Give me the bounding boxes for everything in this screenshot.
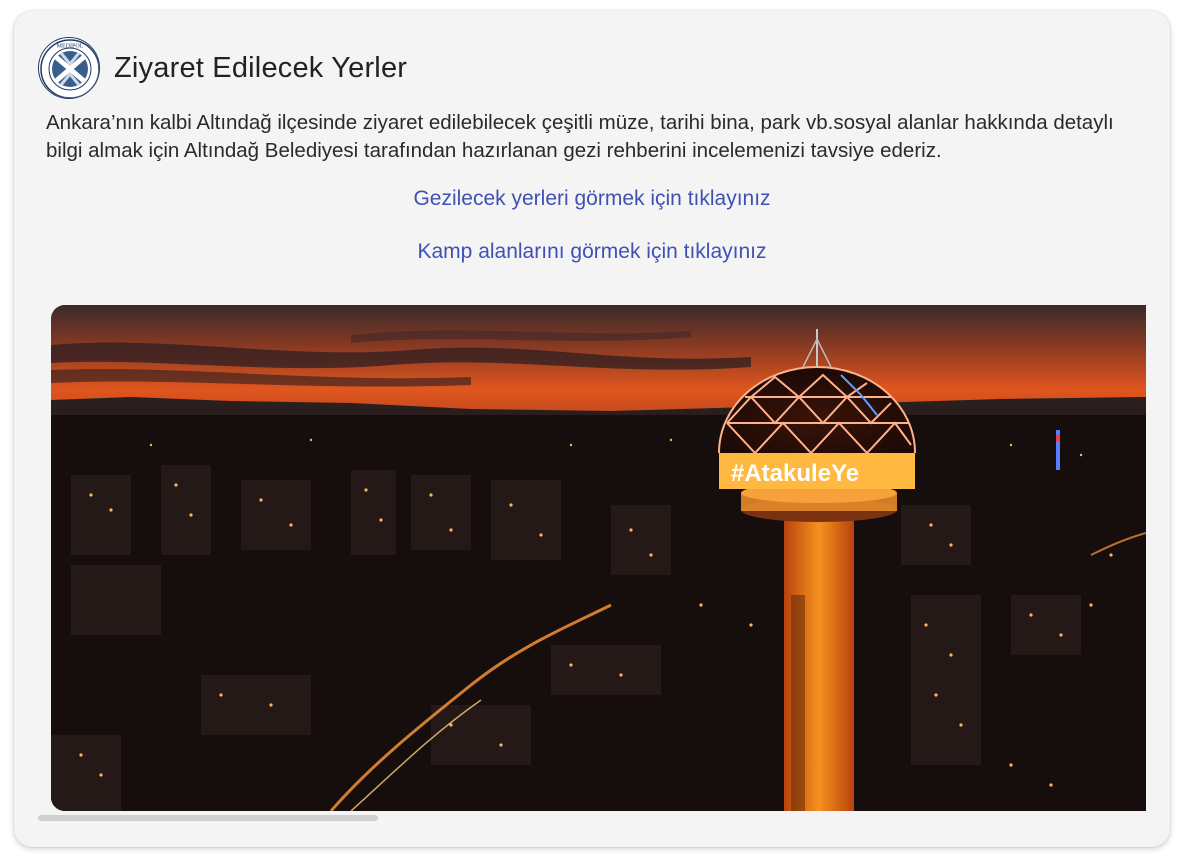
atakule-night-photo: #AtakuleYe [51, 305, 1146, 811]
places-link[interactable]: Gezilecek yerleri görmek için tıklayınız [14, 187, 1170, 211]
horizontal-scrollbar[interactable] [38, 815, 378, 821]
description-text: Ankara’nın kalbi Altındağ ilçesinde ziya… [46, 111, 1114, 162]
camps-link[interactable]: Kamp alanlarını görmek için tıklayınız [14, 240, 1170, 264]
svg-text:MEDİPOL: MEDİPOL [57, 43, 84, 50]
university-logo-icon: MEDİPOL [38, 37, 100, 99]
content-card: MEDİPOL Ziyaret Edilecek Yerler Ankara’n… [14, 11, 1170, 847]
page-title: Ziyaret Edilecek Yerler [114, 51, 408, 84]
tower-sign-text: #AtakuleYe [731, 460, 859, 487]
card-header: MEDİPOL Ziyaret Edilecek Yerler [38, 37, 407, 99]
